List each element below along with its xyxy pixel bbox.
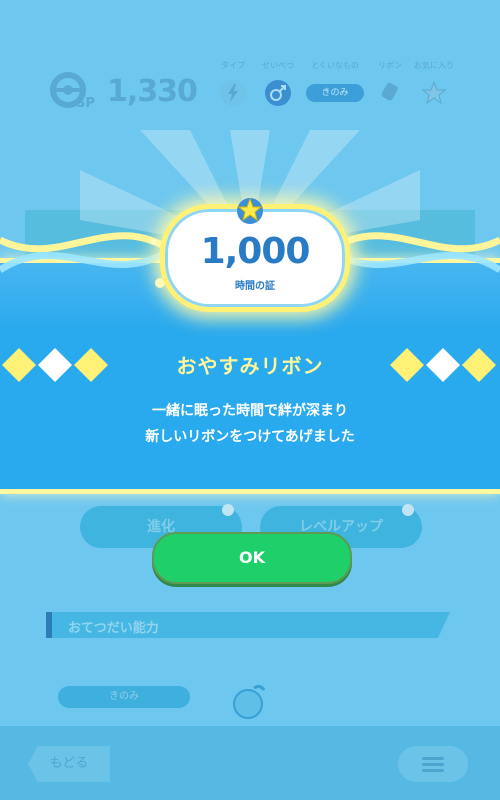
electric-type-icon (220, 80, 246, 106)
gender-label: せいべつ (262, 61, 294, 70)
sp-value: 1,330 (107, 74, 198, 109)
specialty-label: とくいなもの (311, 61, 359, 70)
ribbon-description-line1: 一緒に眠った時間で絆が深まり (152, 403, 348, 419)
menu-icon (422, 757, 444, 760)
star-medal-icon (237, 197, 263, 224)
specialty-value: きのみ (306, 84, 364, 102)
ribbon-icon[interactable] (377, 80, 403, 106)
sp-label: SP (76, 96, 95, 111)
ok-label: OK (239, 548, 265, 567)
badge-label: 時間の証 (235, 281, 275, 292)
ribbon-description-line2: 新しいリボンをつけてあげました (145, 429, 355, 445)
section-title: おてつだい能力 (68, 621, 159, 636)
back-label: もどる (49, 756, 89, 771)
back-button[interactable]: もどる (28, 746, 110, 782)
menu-button[interactable] (398, 746, 468, 782)
skill-pill: きのみ (58, 686, 190, 708)
star-favorite-icon[interactable] (421, 80, 447, 106)
level-up-badge (402, 504, 414, 516)
male-gender-icon (265, 80, 291, 106)
evolve-badge (222, 504, 234, 516)
favorite-label: お気に入り (414, 61, 454, 70)
badge-value: 1,000 (200, 231, 311, 272)
ok-button[interactable]: OK (152, 532, 352, 584)
ribbon-title: おやすみリボン (176, 354, 324, 378)
berry-skill-icon (233, 684, 266, 719)
